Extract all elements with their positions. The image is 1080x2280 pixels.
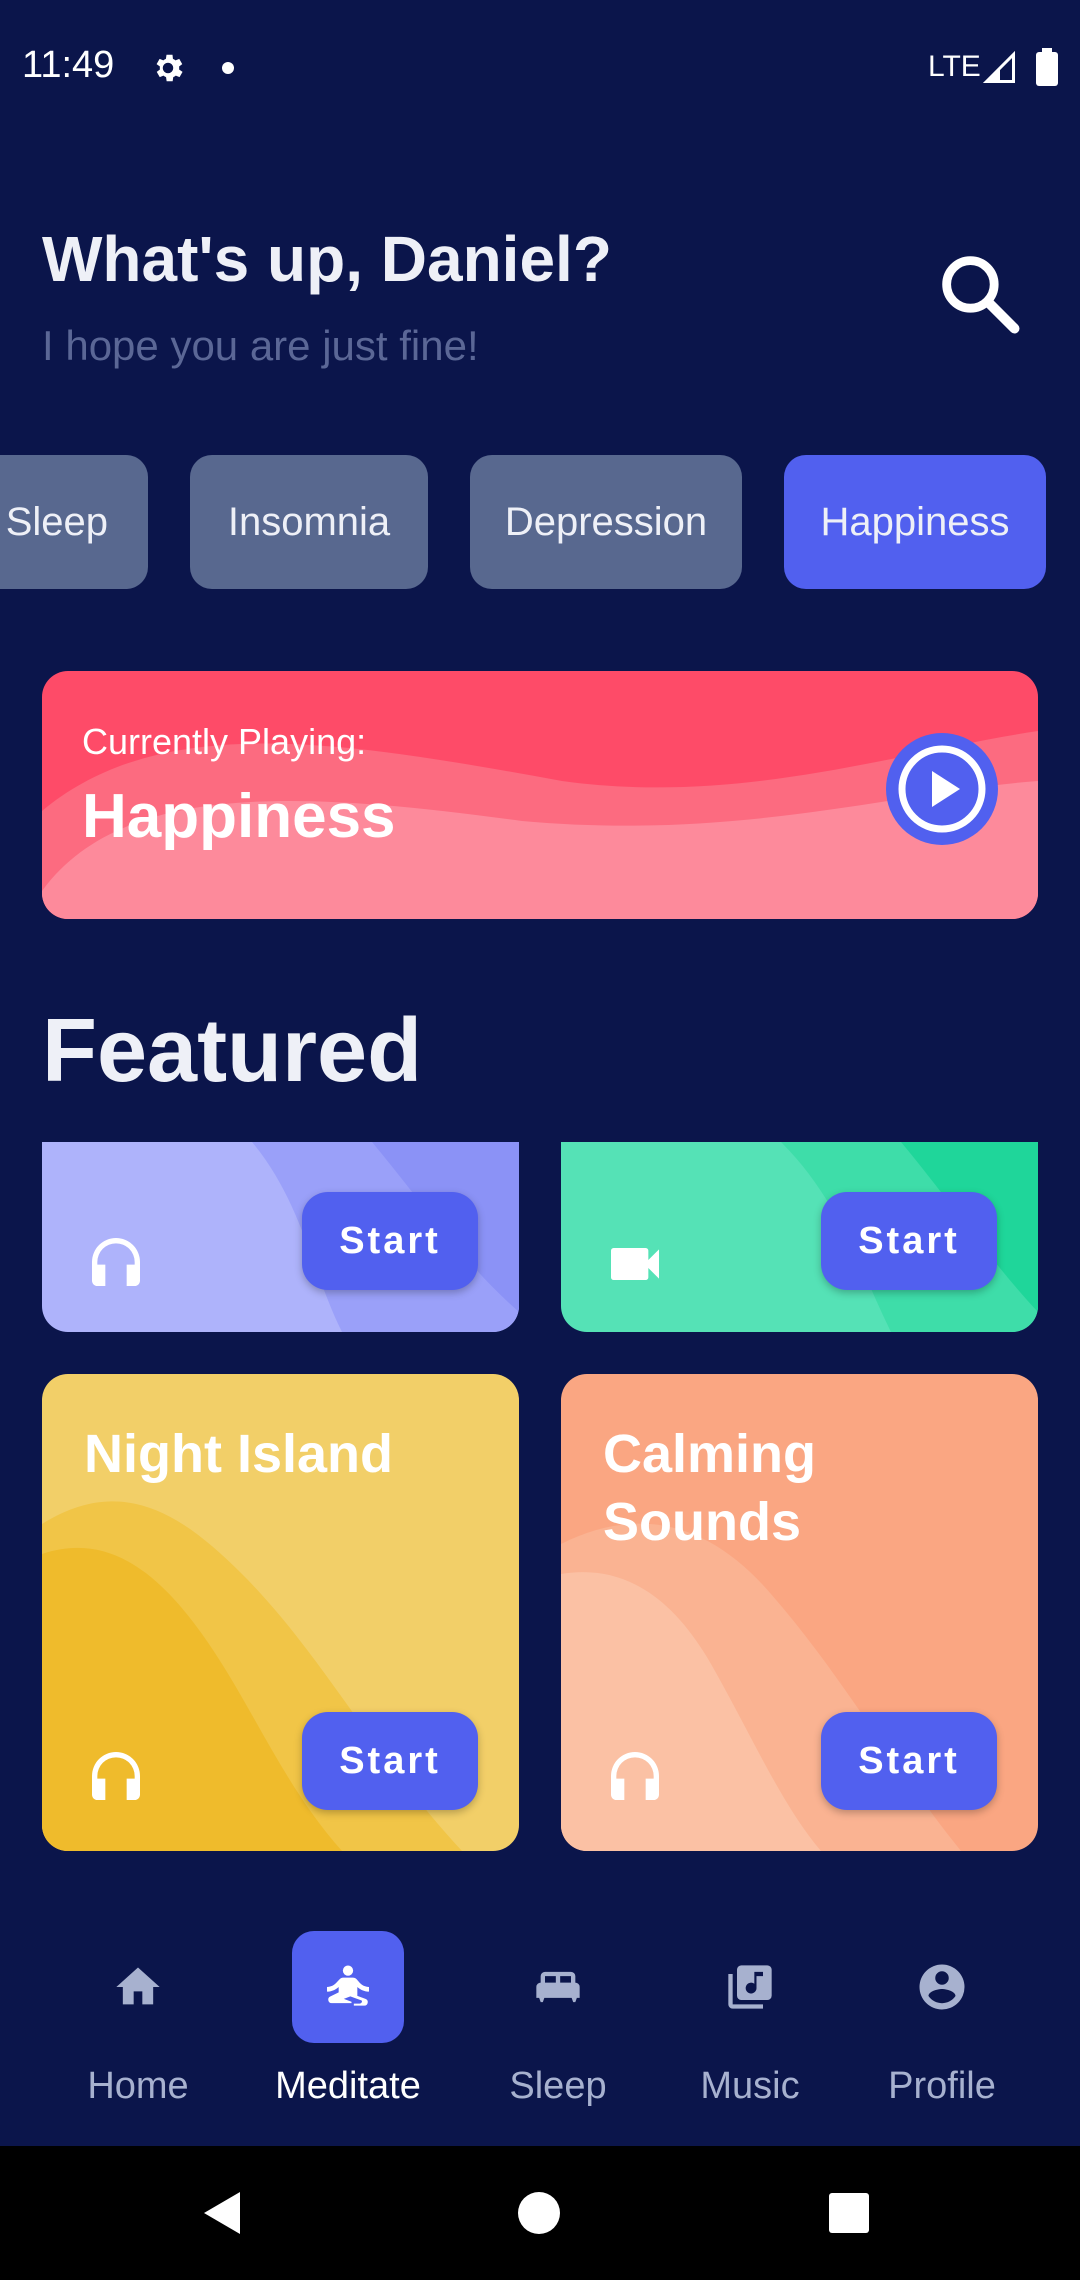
nav-icon-container (502, 1931, 614, 2043)
bed-icon (536, 1971, 580, 2003)
nav-label: Music (700, 2065, 800, 2107)
category-chips: t Sleep Insomnia Depression Happiness (0, 455, 1080, 589)
nav-meditate[interactable]: Meditate (270, 1905, 426, 2145)
nav-label: Profile (888, 2065, 996, 2107)
nav-label: Meditate (275, 2065, 421, 2107)
battery-icon (1036, 48, 1058, 86)
home-icon (116, 1967, 160, 2005)
nav-label: Home (87, 2065, 189, 2107)
home-circle-icon[interactable] (518, 2192, 560, 2234)
now-playing-label: Currently Playing: (82, 721, 367, 762)
card-title: Calming Sounds (603, 1424, 817, 1552)
videocam-icon (611, 1248, 659, 1280)
settings-gear-icon (156, 54, 183, 82)
now-playing-card[interactable]: Currently Playing: Happiness (42, 671, 1038, 919)
now-playing-title: Happiness (82, 782, 396, 851)
headphones-icon (92, 1752, 140, 1800)
featured-card-1[interactable]: Start (42, 1142, 519, 1332)
back-icon[interactable] (200, 2190, 246, 2236)
chip-quiet-sleep[interactable]: t Sleep (0, 455, 148, 589)
greeting-subtitle: I hope you are just fine! (42, 322, 479, 369)
headphones-icon (92, 1238, 140, 1286)
greeting-title: What's up, Daniel? (42, 223, 612, 295)
featured-heading: Featured (42, 1001, 423, 1101)
nav-profile[interactable]: Profile (880, 1905, 1004, 2145)
featured-card-calming-sounds[interactable]: Calming Sounds Start (561, 1374, 1038, 1851)
card-title: Night Island (84, 1424, 393, 1484)
nav-home[interactable]: Home (80, 1905, 196, 2145)
chip-label: Depression (504, 499, 708, 544)
chip-label: Happiness (820, 499, 1010, 544)
notification-dot-icon (222, 62, 234, 74)
nav-icon-container (886, 1931, 998, 2043)
chip-label: Insomnia (227, 499, 391, 544)
status-bar: 11:49 LTE (0, 0, 1080, 136)
start-button[interactable]: Start (302, 1192, 478, 1290)
search-icon[interactable] (934, 248, 1026, 340)
nav-icon-container (694, 1931, 806, 2043)
account-circle-icon (919, 1964, 965, 2010)
bottom-navigation: Home Meditate Sleep Music Profile (0, 1905, 1080, 2145)
start-button[interactable]: Start (302, 1712, 478, 1810)
meditate-icon (327, 1965, 369, 2006)
start-button[interactable]: Start (821, 1712, 997, 1810)
play-circle-icon[interactable] (886, 733, 998, 845)
nav-label: Sleep (509, 2065, 607, 2107)
network-type: LTE (928, 50, 981, 83)
start-button[interactable]: Start (821, 1192, 997, 1290)
status-time: 11:49 (22, 44, 115, 86)
chip-happiness[interactable]: Happiness (784, 455, 1046, 589)
nav-icon-container (292, 1931, 404, 2043)
featured-card-2[interactable]: Start (561, 1142, 1038, 1332)
featured-card-night-island[interactable]: Night Island Start (42, 1374, 519, 1851)
chip-label: t Sleep (0, 499, 108, 544)
nav-music[interactable]: Music (690, 1905, 810, 2145)
chip-depression[interactable]: Depression (470, 455, 742, 589)
nav-sleep[interactable]: Sleep (500, 1905, 616, 2145)
signal-icon (982, 50, 1015, 83)
headphones-icon (611, 1752, 659, 1800)
nav-icon-container (82, 1931, 194, 2043)
music-library-icon (728, 1965, 772, 2009)
recents-square-icon[interactable] (829, 2193, 869, 2233)
chip-insomnia[interactable]: Insomnia (190, 455, 428, 589)
